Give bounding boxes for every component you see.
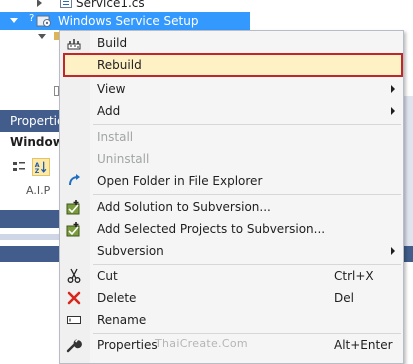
tree-item-selected-project[interactable]: ? Windows Service Setup: [0, 12, 250, 30]
submenu-arrow-icon: [391, 107, 395, 115]
menu-label: Add Solution to Subversion...: [97, 200, 271, 214]
submenu-arrow-icon: [391, 247, 395, 255]
scroll-strip: [403, 96, 413, 246]
properties-object-title: Windows: [10, 135, 64, 149]
properties-row-fragment: A.I.P: [26, 184, 51, 197]
menu-label: Open Folder in File Explorer: [97, 174, 263, 188]
submenu-arrow-icon: [391, 85, 395, 93]
menu-item-cut[interactable]: Cut Ctrl+X: [62, 265, 401, 287]
menu-separator: [93, 124, 401, 125]
build-icon: [67, 39, 81, 50]
menu-label: Build: [97, 36, 128, 50]
context-menu: Build Rebuild View Add Install Uninstall…: [59, 30, 404, 364]
menu-label: Rename: [97, 313, 147, 327]
svg-text:Z: Z: [35, 168, 40, 175]
menu-item-add[interactable]: Add: [62, 100, 401, 122]
menu-label: Cut: [97, 269, 118, 283]
menu-item-rebuild[interactable]: Rebuild: [62, 54, 401, 76]
menu-item-delete[interactable]: Delete Del: [62, 287, 401, 309]
menu-item-subversion[interactable]: Subversion: [62, 240, 401, 262]
subversion-add-icon: [66, 222, 80, 237]
csharp-file-icon: [60, 0, 72, 8]
menu-label: Add Selected Projects to Subversion...: [97, 222, 326, 236]
menu-item-rename[interactable]: Rename: [62, 309, 401, 331]
expand-arrow-icon[interactable]: [37, 0, 42, 7]
question-mark-icon: ?: [29, 13, 35, 24]
menu-item-uninstall[interactable]: Uninstall: [62, 148, 401, 170]
menu-shortcut: Ctrl+X: [334, 269, 374, 283]
menu-item-add-selected-subversion[interactable]: Add Selected Projects to Subversion...: [62, 218, 401, 240]
open-folder-arrow-icon: [69, 174, 80, 186]
tree-item-service1[interactable]: Service1.cs: [76, 0, 145, 11]
setup-project-icon: [36, 15, 51, 27]
menu-separator: [93, 194, 401, 195]
menu-item-add-solution-subversion[interactable]: Add Solution to Subversion...: [62, 196, 401, 218]
menu-shortcut: Alt+Enter: [334, 338, 393, 352]
menu-label: Uninstall: [97, 152, 150, 166]
screenshot-root: { "tree": { "file_item": "Service1.cs", …: [0, 0, 413, 364]
alphabetical-sort-icon[interactable]: A Z: [32, 158, 50, 176]
properties-panel-header[interactable]: Properties: [0, 110, 64, 132]
menu-label: Install: [97, 130, 134, 144]
menu-item-install[interactable]: Install: [62, 126, 401, 148]
scissors-icon: [67, 268, 81, 283]
menu-label: Rebuild: [97, 58, 142, 72]
menu-label: Subversion: [97, 244, 164, 258]
menu-shortcut: Del: [334, 291, 354, 305]
collapse-arrow-icon[interactable]: [38, 34, 46, 39]
menu-label: Properties: [97, 338, 158, 352]
categorized-view-icon[interactable]: [10, 158, 28, 176]
rename-icon: [67, 316, 81, 324]
subversion-add-icon: [66, 200, 80, 215]
watermark: ThaiCreate.Com: [155, 337, 248, 350]
menu-item-build[interactable]: Build: [62, 32, 401, 54]
menu-item-view[interactable]: View: [62, 78, 401, 100]
menu-label: Delete: [97, 291, 137, 305]
menu-label: Add: [97, 104, 121, 118]
delete-x-icon: [67, 291, 81, 305]
collapse-arrow-icon[interactable]: [10, 18, 18, 23]
wrench-icon: [66, 339, 82, 353]
menu-item-open-folder[interactable]: Open Folder in File Explorer: [62, 170, 401, 192]
selected-project-label: Windows Service Setup: [58, 14, 199, 28]
menu-label: View: [97, 82, 126, 96]
